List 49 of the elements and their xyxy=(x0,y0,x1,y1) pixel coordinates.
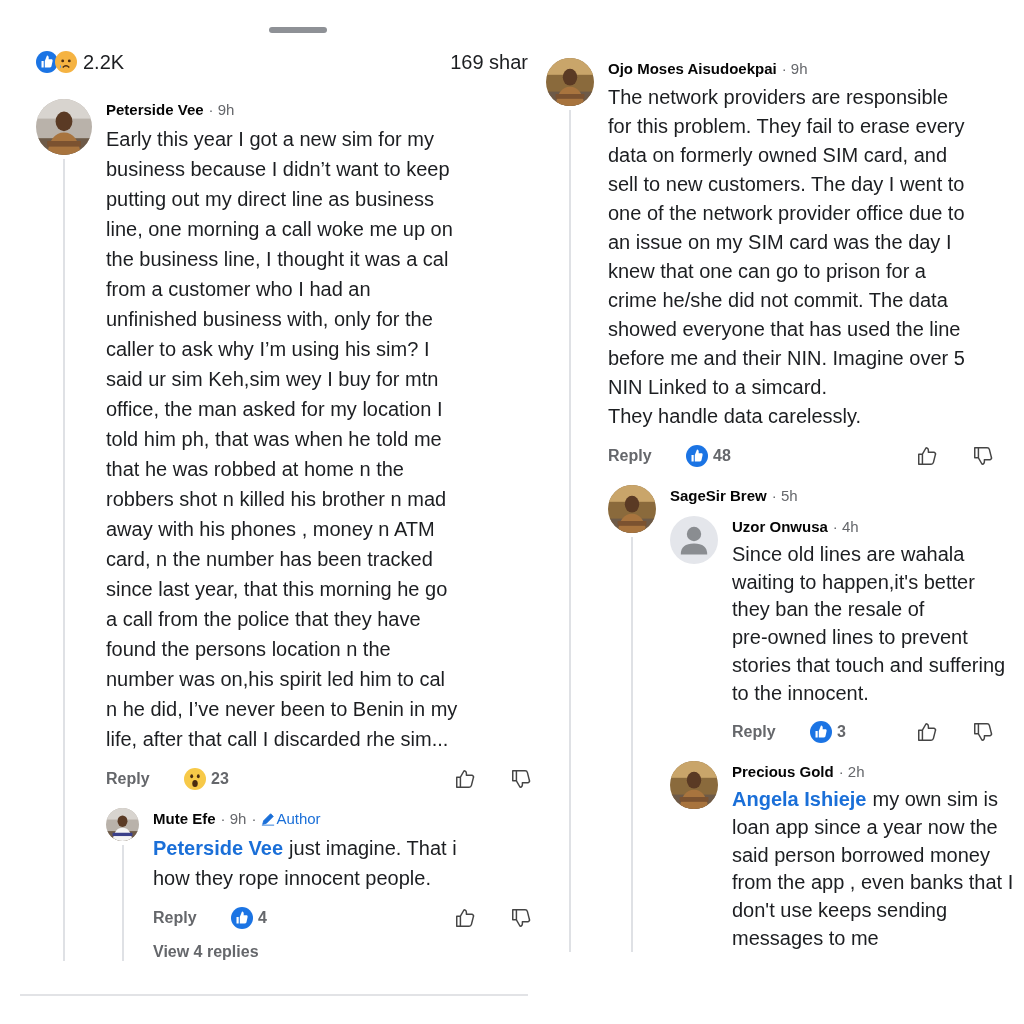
comment-time: · 2h xyxy=(838,763,865,781)
dislike-icon[interactable] xyxy=(972,445,994,467)
reaction-count: 3 xyxy=(837,723,846,742)
view-replies-link[interactable]: View 4 replies xyxy=(153,943,528,961)
like-icon[interactable] xyxy=(454,768,476,790)
comment-text: Early this year I got a new sim for my business because I didn’t want to keep putting out my direct line as business line, one morning a call woke me up on the business line, I thought it was a cal from a customer who I had an unfinished business with, only for the caller to ask why I’m using his sim? I said ur sim Keh,sim wey I buy for mtn office, the man asked for my location I told him ph, that was when he told me that he was robbed at home n the robbers shot n killed his brother n mad away with his phones , money n ATM card, n the number has been tracked since last year, that this morning he go a call from the police that they have found the persons location n the number was on,his spirit led him to cal n he did, I’ve never been to Benin in my life, after that call I discarded rhe sim... xyxy=(106,127,459,752)
reaction-count: 48 xyxy=(713,447,731,465)
reply-link[interactable]: Reply xyxy=(732,723,810,742)
drag-handle[interactable] xyxy=(269,27,327,33)
mention-link[interactable]: Peterside Vee xyxy=(153,837,284,859)
like-reaction-icon xyxy=(810,721,832,744)
comment-time: · 9h xyxy=(781,60,808,77)
like-icon[interactable] xyxy=(916,721,938,744)
reaction-count: 23 xyxy=(211,770,229,788)
mention-link[interactable]: Angela Ishieje xyxy=(732,788,867,811)
author-label: Author xyxy=(276,810,321,827)
reply-link[interactable]: Reply xyxy=(608,447,686,465)
reply-link[interactable]: Reply xyxy=(106,770,184,788)
reaction-count: 4 xyxy=(258,909,267,927)
like-reaction-icon xyxy=(686,445,708,467)
separator-dot: · xyxy=(251,810,257,827)
comment-text: Angela Ishieje my own sim is loan app since a year now the said person borrowed money from the app , even banks that I don't use keeps sending messages to me xyxy=(732,787,1014,951)
comment-time: · 9h xyxy=(208,101,235,118)
dislike-icon[interactable] xyxy=(510,907,532,929)
pencil-icon xyxy=(261,811,276,826)
sad-emoji-icon xyxy=(55,51,77,73)
share-count[interactable]: 169 shar xyxy=(450,50,528,74)
like-icon[interactable] xyxy=(916,445,938,467)
commenter-name[interactable]: Precious Gold xyxy=(732,763,834,781)
comment-time: · 9h xyxy=(220,810,247,827)
commenter-name[interactable]: Uzor Onwusa xyxy=(732,518,828,535)
commenter-name[interactable]: Ojo Moses Aisudoekpai xyxy=(608,60,777,77)
wow-emoji-icon xyxy=(184,768,206,790)
comment-time: · 4h xyxy=(832,518,859,535)
commenter-name[interactable]: SageSir Brew xyxy=(670,487,767,504)
like-icon[interactable] xyxy=(454,907,476,929)
like-reaction-icon xyxy=(36,51,58,73)
reaction-count[interactable]: 2.2K xyxy=(83,50,125,74)
dislike-icon[interactable] xyxy=(510,768,532,790)
dislike-icon[interactable] xyxy=(972,721,994,744)
comment-text: The network providers are responsible for this problem. They fail to erase every data on formerly owned SIM card, and sell to new customers. The day I went to one of the network provider office due to an issue on my SIM card was the day I knew that one can go to prison for a crime he/she did not commit. The data showed everyone that has used the line before me and their NIN. Imagine over 5 NIN Linked to a simcard. They handle data carelessly. xyxy=(608,85,966,429)
like-reaction-icon xyxy=(231,907,253,929)
reply-link[interactable]: Reply xyxy=(153,909,231,927)
default-avatar-icon xyxy=(670,516,718,564)
commenter-name[interactable]: Mute Efe xyxy=(153,810,216,827)
comment-text: Since old lines are wahala waiting to happen,it's better they ban the resale of pre-owned lines to prevent stories that touch and suffering to the innocent. xyxy=(732,542,1007,706)
commenter-name[interactable]: Peterside Vee xyxy=(106,101,204,118)
comment-time: · 5h xyxy=(771,487,798,504)
comment-text: Peterside Vee just imagine. That i how they rope innocent people. xyxy=(153,836,458,891)
